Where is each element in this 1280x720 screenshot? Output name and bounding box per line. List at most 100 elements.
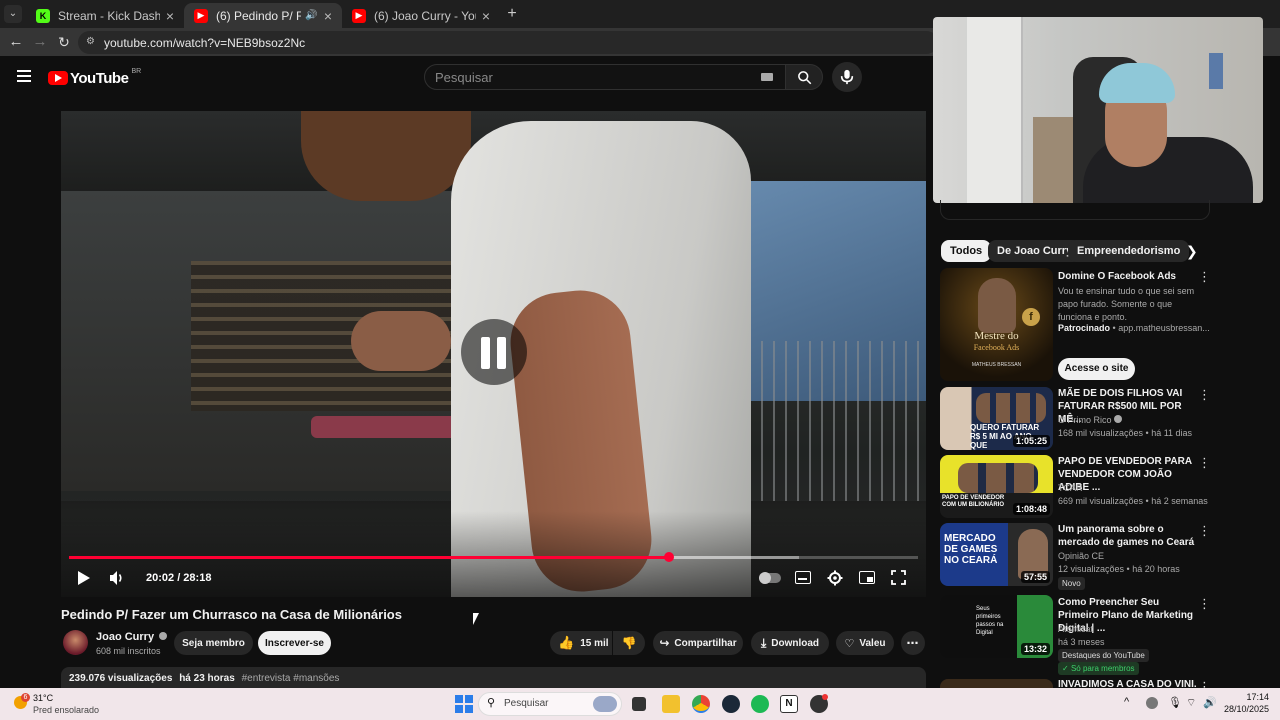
ad-thumb-title-1: Mestre do [974,330,1019,342]
fullscreen-button[interactable] [891,570,906,585]
close-tab-icon[interactable]: × [324,8,332,24]
join-button[interactable]: Seja membro [174,631,253,655]
taskbar-search[interactable]: ⚲ Pesquisar [478,692,622,716]
download-button[interactable]: ⤓ Download [751,631,829,655]
ad-description: Vou te ensinar tudo o que sei sem papo f… [1058,286,1195,322]
streamer-webcam [933,17,1263,203]
duration-badge: 13:32 [1020,643,1050,655]
chrome-icon[interactable] [692,695,710,713]
temperature: 31°C [33,693,54,703]
youtube-icon: ▶ [194,8,208,23]
chip-all[interactable]: Todos [941,240,992,262]
thumb-text: Seus primeiros passos na Digital [976,606,1004,636]
play-button[interactable] [77,571,91,585]
rec-thumbnail-2[interactable]: PAPO DE VENDEDOR COM UM BILIONÁRIO 1:08:… [940,455,1053,518]
tray-chevron-icon[interactable]: ^ [1124,696,1129,708]
facebook-icon: f [1022,308,1040,326]
thanks-button[interactable]: ♡ Valeu [836,631,894,655]
tab-current-video[interactable]: ▶ (6) Pedindo P/ Fazer um Ch 🔊 × [184,3,342,28]
rec-thumbnail-1[interactable]: QUERO FATURAR R$ 5 MI AO ANO QUE 1:05:25 [940,387,1053,450]
thanks-label: Valeu [859,637,886,649]
ad-cta-button[interactable]: Acesse o site [1058,358,1135,380]
rec-channel-1[interactable]: O Primo Rico [1058,414,1208,427]
rec-more-icon[interactable]: ⋮ [1198,597,1211,611]
like-button[interactable]: 👍 15 mil [550,631,612,655]
autoplay-toggle[interactable] [759,572,781,584]
ad-more-icon[interactable]: ⋮ [1198,270,1211,284]
chips-next-arrow[interactable]: ❯ [1186,243,1198,260]
rec-more-icon[interactable]: ⋮ [1198,456,1211,470]
steam-icon[interactable] [722,695,740,713]
search-button[interactable] [785,64,823,90]
tray-mic-icon[interactable]: 🎙 [1168,696,1182,709]
back-button[interactable]: ← [8,32,24,52]
reload-button[interactable]: ↻ [56,32,72,52]
miniplayer-button[interactable] [859,571,875,584]
rec-thumbnail-4[interactable]: Seus primeiros passos na Digital 13:32 [940,595,1053,658]
clock-time[interactable]: 17:14 [1221,692,1269,702]
rec-title-5[interactable]: INVADIMOS A CASA DO VINI... [1058,680,1196,688]
volume-button[interactable] [109,570,125,586]
youtube-logo[interactable]: YouTube BR [48,68,141,88]
dislike-button[interactable]: 👎 [613,631,645,655]
keyboard-icon[interactable] [761,73,773,81]
tab-title: (6) Pedindo P/ Fazer um Ch [216,8,302,23]
tray-wifi-icon[interactable]: ⌔ [1186,696,1196,710]
fullscreen-icon [891,570,906,585]
close-tab-icon[interactable]: × [482,8,490,24]
menu-icon[interactable] [17,70,31,82]
close-tab-icon[interactable]: × [166,8,174,24]
rec-more-icon[interactable]: ⋮ [1198,388,1211,402]
more-actions-button[interactable]: ⋯ [901,631,925,655]
tab-kick-dashboard[interactable]: K Stream - Kick Dashboard × [26,3,184,28]
notion-icon[interactable]: N [780,695,798,713]
rec-title-3[interactable]: Um panorama sobre o mercado de games no … [1058,523,1196,549]
new-tab-button[interactable]: + [504,5,520,23]
channel-name[interactable]: Joao Curry [96,631,168,643]
search-icon: ⚲ [487,697,496,709]
subtitles-icon [798,578,807,580]
settings-button[interactable] [827,570,843,586]
subscribe-button[interactable]: Inscrever-se [258,631,331,655]
rec-channel-3[interactable]: Opinião CE [1058,550,1208,563]
taskbar-search-placeholder: Pesquisar [504,698,549,709]
gear-icon [827,570,843,586]
channel-avatar[interactable] [63,630,88,655]
search-input[interactable]: Pesquisar [424,64,786,90]
like-count: 15 mil [580,637,609,649]
video-player[interactable]: 20:02 / 28:18 [61,111,926,597]
speaker-icon[interactable]: 🔊 [305,10,317,21]
rec-more-icon[interactable]: ⋮ [1198,680,1208,688]
clock-date[interactable]: 28/10/2025 [1221,704,1269,714]
hashtags[interactable]: #entrevista #mansões [242,673,340,684]
rec-more-icon[interactable]: ⋮ [1198,524,1211,538]
tab-list-button[interactable]: ⌄ [4,5,22,23]
rec-thumbnail-5[interactable] [940,679,1053,688]
channel-name[interactable]: O Primo Rico [1058,415,1112,425]
weather-widget[interactable]: 6 31°C Pred ensolarado [12,691,102,717]
forward-button[interactable]: → [32,32,48,52]
share-button[interactable]: ↪ Compartilhar [653,631,743,655]
rec-channel-4[interactable]: Atomicat [1058,623,1208,636]
file-explorer-icon[interactable] [662,695,680,713]
tray-volume-icon[interactable]: 🔊 [1203,696,1217,709]
progress-bar[interactable] [69,552,918,562]
channel-name-text[interactable]: Joao Curry [96,631,154,643]
ad-thumb-title-2: Facebook Ads [973,343,1020,352]
start-button[interactable] [455,695,473,713]
tab-joao-curry[interactable]: ▶ (6) Joao Curry - YouTube × [342,3,500,28]
url-field[interactable]: ⚙ youtube.com/watch?v=NEB9bsoz2Nc [78,31,938,54]
voice-search-button[interactable] [832,62,862,92]
site-info-icon[interactable]: ⚙ [86,36,95,47]
spotify-icon[interactable] [751,695,769,713]
subtitles-button[interactable] [795,571,811,584]
rec-channel-2[interactable]: TCAR [1058,482,1208,495]
ad-title[interactable]: Domine O Facebook Ads [1058,270,1196,283]
tray-network-icon[interactable] [1146,697,1158,709]
chip-empreendedorismo[interactable]: Empreendedorismo [1068,240,1190,262]
task-view-icon[interactable] [632,697,646,711]
pause-indicator[interactable] [461,319,527,385]
rec-thumbnail-3[interactable]: MERCADO DE GAMES NO CEARÁ 57:55 [940,523,1053,586]
ad-thumbnail[interactable]: f Mestre do Facebook Ads MATHEUS BRESSAN [940,268,1053,381]
duration-badge: 57:55 [1020,571,1050,583]
